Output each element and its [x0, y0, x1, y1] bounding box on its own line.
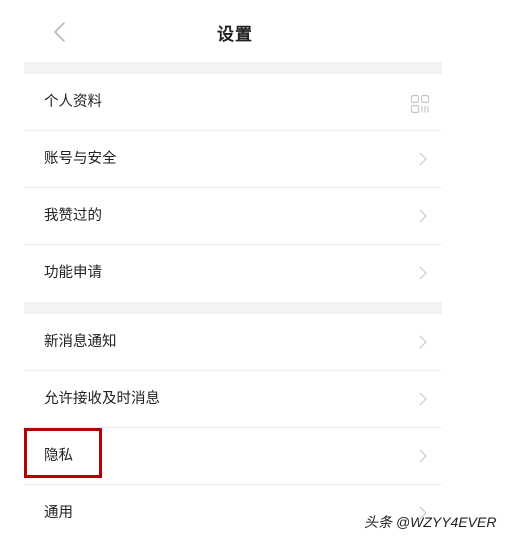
settings-item-label: 新消息通知: [44, 334, 117, 350]
watermark: 头条 @WZYY4EVER: [364, 514, 497, 530]
chevron-right-icon: [419, 392, 427, 406]
settings-item-label: 我赞过的: [44, 208, 102, 224]
chevron-right-icon: [419, 209, 427, 223]
chevron-right-icon: [419, 152, 427, 166]
chevron-right-icon: [419, 335, 427, 349]
chevron-right-icon: [419, 449, 427, 463]
settings-item-label: 个人资料: [44, 94, 102, 110]
nav-bar: 设置: [0, 0, 512, 62]
settings-item-notifications[interactable]: 新消息通知: [24, 314, 442, 371]
settings-item-label: 账号与安全: [44, 151, 117, 167]
settings-item-label: 功能申请: [44, 265, 102, 281]
page-title: 设置: [217, 25, 253, 45]
settings-page: 设置 个人资料 账号与安全 我赞过的 功能申请 新消息通知 允许接收及时消息 隐…: [0, 0, 512, 540]
settings-item-feature-request[interactable]: 功能申请: [24, 245, 442, 302]
settings-item-instant-messages[interactable]: 允许接收及时消息: [24, 371, 442, 428]
settings-item-account-security[interactable]: 账号与安全: [24, 131, 442, 188]
settings-item-profile[interactable]: 个人资料: [24, 74, 442, 131]
settings-item-label: 通用: [44, 505, 73, 521]
group-separator: [24, 302, 442, 314]
settings-item-label: 允许接收及时消息: [44, 391, 160, 407]
settings-item-privacy[interactable]: 隐私: [24, 428, 442, 485]
settings-item-label: 隐私: [44, 448, 73, 464]
qr-code-icon: [410, 94, 430, 114]
group-separator: [24, 62, 442, 74]
settings-list: 个人资料 账号与安全 我赞过的 功能申请 新消息通知 允许接收及时消息 隐私 通…: [24, 62, 442, 540]
chevron-right-icon: [419, 266, 427, 280]
settings-item-liked[interactable]: 我赞过的: [24, 188, 442, 245]
